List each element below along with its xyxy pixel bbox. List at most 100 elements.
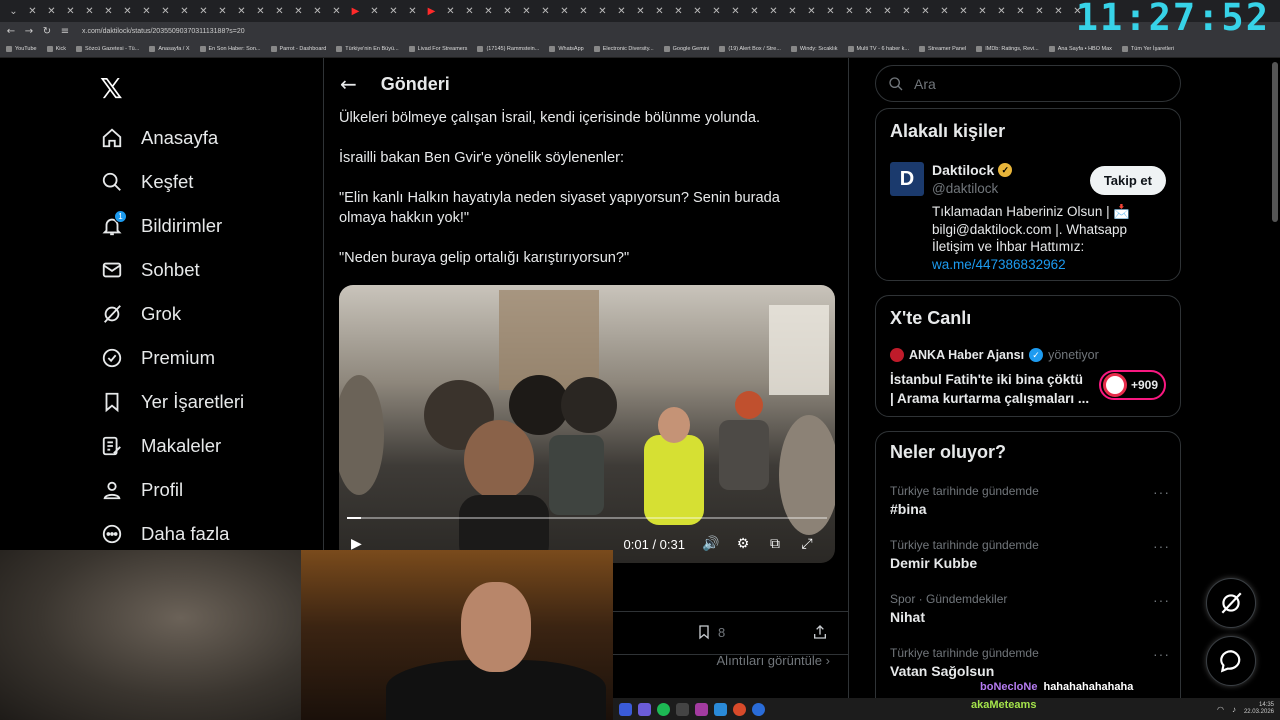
bookmark-item[interactable]: (17145) Rammstein... — [475, 46, 541, 52]
bookmark-item[interactable]: Sözcü Gazetesi - Tü... — [74, 46, 141, 52]
browser-tab[interactable]: ✕ — [973, 2, 992, 20]
fullscreen-icon[interactable]: ⤢ — [791, 536, 823, 552]
site-info-icon[interactable]: ≡ — [60, 26, 70, 37]
nav-item-premium[interactable]: Premium — [100, 336, 244, 380]
browser-tab[interactable]: ✕ — [213, 2, 232, 20]
bookmark-item[interactable]: Ana Sayfa • HBO Max — [1047, 46, 1114, 52]
browser-tab[interactable]: ✕ — [251, 2, 270, 20]
app-icon[interactable] — [695, 702, 708, 716]
bookmark-item[interactable]: Multi TV - 6 haber k... — [846, 46, 911, 52]
browser-tab[interactable]: ✕ — [669, 2, 688, 20]
browser-tab[interactable]: ✕ — [897, 2, 916, 20]
nav-item-explore[interactable]: Keşfet — [100, 160, 244, 204]
app-icon[interactable] — [752, 702, 765, 716]
video-progress-bar[interactable] — [347, 517, 827, 519]
browser-tab[interactable]: ✕ — [574, 2, 593, 20]
browser-tab[interactable]: ✕ — [194, 2, 213, 20]
view-quotes-link[interactable]: Alıntıları görüntüle › — [717, 653, 830, 668]
share-icon[interactable] — [812, 624, 828, 640]
bookmark-item[interactable]: En Son Haber: Son... — [198, 46, 263, 52]
browser-tab[interactable]: ✕ — [726, 2, 745, 20]
forward-nav-icon[interactable]: → — [24, 26, 34, 37]
trend-item[interactable]: Türkiye tarihinde gündemde #bina ··· — [890, 484, 1170, 517]
page-scrollbar[interactable] — [1272, 62, 1278, 222]
nav-item-articles[interactable]: Makaleler — [100, 424, 244, 468]
browser-tab[interactable]: ✕ — [232, 2, 251, 20]
browser-tab[interactable]: ✕ — [289, 2, 308, 20]
browser-tab[interactable]: ✕ — [403, 2, 422, 20]
trend-item[interactable]: Türkiye tarihinde gündemde Vatan Sağolsu… — [890, 646, 1170, 679]
more-options-icon[interactable]: ··· — [1153, 538, 1170, 554]
more-options-icon[interactable]: ··· — [1153, 592, 1170, 608]
browser-tab[interactable]: ✕ — [118, 2, 137, 20]
profile-handle[interactable]: @daktilock — [932, 181, 998, 196]
back-arrow-icon[interactable]: ← — [340, 72, 357, 96]
browser-tab[interactable]: ✕ — [308, 2, 327, 20]
browser-tab[interactable]: ✕ — [61, 2, 80, 20]
browser-tab[interactable]: ✕ — [365, 2, 384, 20]
bookmark-item[interactable]: IMDb: Ratings, Revi... — [974, 46, 1041, 52]
nav-item-bookmarks[interactable]: Yer İşaretleri — [100, 380, 244, 424]
app-icon[interactable] — [714, 702, 727, 716]
nav-item-profile[interactable]: Profil — [100, 468, 244, 512]
bookmark-item[interactable]: Google Gemini — [662, 46, 712, 52]
app-icon[interactable] — [733, 702, 746, 716]
browser-tab[interactable]: ✕ — [80, 2, 99, 20]
live-host[interactable]: ANKA Haber Ajansı ✓ yönetiyor — [890, 348, 1099, 362]
browser-tab[interactable]: ✕ — [707, 2, 726, 20]
browser-tab[interactable]: ✕ — [878, 2, 897, 20]
avatar[interactable]: D — [890, 162, 924, 196]
bookmark-item[interactable]: YouTube — [4, 46, 39, 52]
browser-tab[interactable]: ✕ — [783, 2, 802, 20]
browser-tab[interactable]: ✕ — [992, 2, 1011, 20]
browser-tab[interactable]: ✕ — [156, 2, 175, 20]
bookmark-item[interactable]: (19) Alert Box / Stre... — [717, 46, 783, 52]
bookmark-item[interactable]: Windy: Sıcaklık — [789, 46, 840, 52]
spotify-icon[interactable] — [657, 702, 670, 716]
bio-link[interactable]: wa.me/447386832962 — [932, 257, 1066, 272]
live-headline[interactable]: İstanbul Fatih'te iki bina çöktü | Arama… — [890, 370, 1090, 408]
browser-tab[interactable]: ✕ — [384, 2, 403, 20]
browser-tab[interactable]: ✕ — [859, 2, 878, 20]
search-input[interactable]: Ara — [875, 65, 1181, 102]
browser-tab[interactable]: ✕ — [536, 2, 555, 20]
bookmark-item[interactable]: Streamer Panel — [917, 46, 968, 52]
browser-tab[interactable]: ✕ — [821, 2, 840, 20]
youtube-tab-icon[interactable]: ▶ — [422, 2, 441, 20]
browser-tab[interactable]: ✕ — [270, 2, 289, 20]
browser-tab[interactable]: ✕ — [764, 2, 783, 20]
browser-tab[interactable]: ✕ — [688, 2, 707, 20]
browser-tab[interactable]: ✕ — [441, 2, 460, 20]
nav-item-grok[interactable]: Grok — [100, 292, 244, 336]
browser-tab[interactable]: ✕ — [42, 2, 61, 20]
bookmark-item[interactable]: Electronic Diversity... — [592, 46, 656, 52]
browser-tab[interactable]: ✕ — [650, 2, 669, 20]
grok-fab[interactable] — [1206, 578, 1256, 628]
live-listener-count[interactable]: +909 — [1098, 370, 1166, 400]
bookmark-item[interactable]: WhatsApp — [547, 46, 585, 52]
browser-tab[interactable]: ✕ — [479, 2, 498, 20]
browser-tab[interactable]: ✕ — [840, 2, 859, 20]
trend-item[interactable]: Türkiye tarihinde gündemde Demir Kubbe ·… — [890, 538, 1170, 571]
browser-tab[interactable]: ✕ — [327, 2, 346, 20]
browser-tab[interactable]: ✕ — [175, 2, 194, 20]
browser-tab[interactable]: ✕ — [802, 2, 821, 20]
profile-name-row[interactable]: Daktilock ✓ — [932, 162, 1013, 178]
bookmark-item[interactable]: Livad For Streamers — [407, 46, 470, 52]
picture-in-picture-icon[interactable]: ⧉ — [759, 536, 791, 552]
tray-datetime[interactable]: 14:35 22.03.2026 — [1244, 702, 1274, 716]
browser-tab[interactable]: ✕ — [517, 2, 536, 20]
browser-tab[interactable]: ✕ — [631, 2, 650, 20]
browser-tab[interactable]: ✕ — [460, 2, 479, 20]
trend-item[interactable]: Spor · Gündemdekiler Nihat ··· — [890, 592, 1170, 625]
browser-tab[interactable]: ✕ — [137, 2, 156, 20]
app-icon[interactable] — [619, 702, 632, 716]
browser-tab[interactable]: ✕ — [745, 2, 764, 20]
browser-tab[interactable]: ✕ — [954, 2, 973, 20]
url-field[interactable]: x.com/daktilock/status/20355090370311131… — [82, 28, 245, 35]
settings-icon[interactable]: ⚙ — [727, 536, 759, 552]
youtube-tab-icon[interactable]: ▶ — [346, 2, 365, 20]
bookmark-item[interactable]: Türkiye'nin En Büyü... — [334, 46, 400, 52]
bookmark-item[interactable]: Tüm Yer İşaretleri — [1120, 46, 1176, 52]
browser-tab[interactable]: ✕ — [935, 2, 954, 20]
